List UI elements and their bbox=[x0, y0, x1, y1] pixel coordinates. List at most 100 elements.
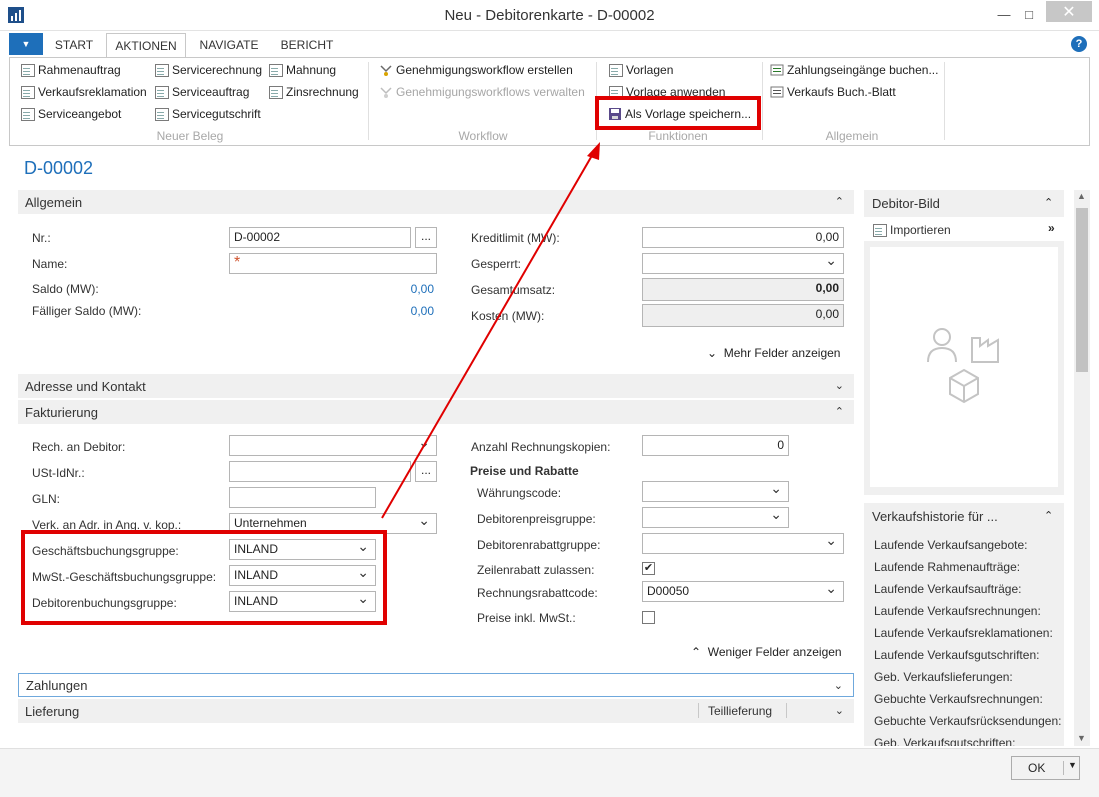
rech-an-debitor-select[interactable] bbox=[229, 435, 437, 456]
waehrungscode-select[interactable] bbox=[642, 481, 789, 502]
more-actions-icon[interactable]: » bbox=[1048, 221, 1055, 235]
chevron-down-icon: ⌄ bbox=[833, 680, 843, 692]
tab-bericht[interactable]: BERICHT bbox=[276, 35, 338, 57]
historie-item[interactable]: Laufende Verkaufsaufträge: bbox=[874, 582, 1021, 596]
nr-field[interactable]: D-00002 bbox=[229, 227, 411, 248]
debitorenpreisgruppe-select[interactable] bbox=[642, 507, 789, 528]
file-menu-button[interactable]: ▼ bbox=[9, 33, 43, 55]
divider bbox=[786, 703, 787, 718]
kosten-label: Kosten (MW): bbox=[471, 309, 545, 323]
scrollbar-thumb[interactable] bbox=[1076, 208, 1088, 372]
group-label-workflow: Workflow bbox=[458, 129, 508, 143]
genehmigungsworkflow-erstellen-button[interactable]: Genehmigungsworkflow erstellen bbox=[379, 61, 573, 79]
chevron-down-icon: ⌄ bbox=[834, 705, 844, 717]
anzahl-rechnungskopien-field[interactable]: 0 bbox=[642, 435, 789, 456]
zinsrechnung-button[interactable]: Zinsrechnung bbox=[268, 83, 359, 101]
fasttab-adresse-kontakt[interactable]: Adresse und Kontakt ⌄ bbox=[18, 374, 854, 398]
close-button[interactable]: ✕ bbox=[1046, 1, 1092, 22]
name-field[interactable]: * bbox=[229, 253, 437, 274]
factbox-historie-header: Verkaufshistorie für ... bbox=[872, 509, 998, 524]
chevron-up-icon[interactable]: ⌃ bbox=[1044, 509, 1053, 522]
verkaufs-buch-blatt-button[interactable]: Verkaufs Buch.-Blatt bbox=[770, 83, 896, 101]
servicegutschrift-button[interactable]: Servicegutschrift bbox=[154, 105, 261, 123]
chevron-up-icon: ⌃ bbox=[691, 645, 702, 659]
payment-journal-icon bbox=[770, 64, 784, 76]
saldo-value[interactable]: 0,00 bbox=[370, 282, 434, 296]
nr-lookup-button[interactable]: ... bbox=[415, 227, 437, 248]
debitorenrabattgruppe-select[interactable] bbox=[642, 533, 844, 554]
gln-field[interactable] bbox=[229, 487, 376, 508]
zeilenrabatt-checkbox[interactable]: ✔ bbox=[642, 562, 655, 575]
historie-item[interactable]: Gebuchte Verkaufsrücksendungen: bbox=[874, 714, 1061, 728]
document-icon bbox=[21, 63, 35, 77]
help-icon[interactable]: ? bbox=[1071, 36, 1087, 52]
maximize-button[interactable]: □ bbox=[1012, 0, 1046, 28]
kosten-field[interactable]: 0,00 bbox=[642, 304, 844, 327]
historie-item-clip: Geb. Verkaufsgutschriften: bbox=[864, 734, 1064, 746]
historie-item[interactable]: Laufende Verkaufsgutschriften: bbox=[874, 648, 1039, 662]
verkaufsreklamation-button[interactable]: Verkaufsreklamation bbox=[20, 83, 147, 101]
tab-aktionen[interactable]: AKTIONEN bbox=[106, 33, 186, 58]
fewer-fields-button[interactable]: ⌃ Weniger Felder anzeigen bbox=[691, 645, 842, 659]
historie-item[interactable]: Geb. Verkaufsgutschriften: bbox=[874, 736, 1015, 746]
preise-inkl-mwst-label: Preise inkl. MwSt.: bbox=[477, 611, 576, 625]
scroll-up-icon[interactable]: ▲ bbox=[1077, 191, 1086, 201]
ust-lookup-button[interactable]: ... bbox=[415, 461, 437, 482]
serviceangebot-button[interactable]: Serviceangebot bbox=[20, 105, 121, 123]
rahmenauftrag-button[interactable]: Rahmenauftrag bbox=[20, 61, 121, 79]
highlight-box-save-template bbox=[595, 96, 761, 130]
document-icon bbox=[21, 107, 35, 121]
tab-navigate[interactable]: NAVIGATE bbox=[194, 35, 264, 57]
historie-item[interactable]: Laufende Verkaufsreklamationen: bbox=[874, 626, 1053, 640]
zahlungseingaenge-buchen-button[interactable]: Zahlungseingänge buchen... bbox=[770, 61, 938, 79]
group-separator bbox=[944, 62, 945, 140]
historie-item[interactable]: Laufende Verkaufsrechnungen: bbox=[874, 604, 1041, 618]
waehrungscode-label: Währungscode: bbox=[477, 486, 562, 500]
rech-an-debitor-label: Rech. an Debitor: bbox=[32, 440, 126, 454]
rechnungsrabattcode-label: Rechnungsrabattcode: bbox=[477, 586, 598, 600]
document-icon bbox=[155, 107, 169, 121]
historie-item[interactable]: Laufende Rahmenaufträge: bbox=[874, 560, 1020, 574]
fasttab-fakturierung[interactable]: Fakturierung ⌃ bbox=[18, 400, 854, 424]
group-separator bbox=[368, 62, 369, 140]
serviceauftrag-button[interactable]: Serviceauftrag bbox=[154, 83, 249, 101]
fasttab-allgemein[interactable]: Allgemein ⌃ bbox=[18, 190, 854, 214]
preise-inkl-mwst-checkbox[interactable] bbox=[642, 611, 655, 624]
nr-label: Nr.: bbox=[32, 231, 51, 245]
faelliger-saldo-label: Fälliger Saldo (MW): bbox=[32, 304, 142, 318]
group-separator bbox=[762, 62, 763, 140]
servicerechnung-button[interactable]: Servicerechnung bbox=[154, 61, 262, 79]
preise-rabatte-heading: Preise und Rabatte bbox=[470, 464, 579, 478]
historie-item[interactable]: Gebuchte Verkaufsrechnungen: bbox=[874, 692, 1043, 706]
more-fields-button[interactable]: ⌄ Mehr Felder anzeigen bbox=[707, 346, 840, 360]
teillieferung-label: Teillieferung bbox=[708, 704, 773, 718]
chevron-up-icon[interactable]: ⌃ bbox=[1044, 196, 1053, 209]
scroll-down-icon[interactable]: ▼ bbox=[1077, 733, 1086, 743]
ok-button[interactable]: OK ▼ bbox=[1011, 756, 1080, 780]
tab-start[interactable]: START bbox=[51, 35, 97, 57]
faelliger-saldo-value[interactable]: 0,00 bbox=[370, 304, 434, 318]
genehmigungsworkflows-verwalten-button[interactable]: Genehmigungsworkflows verwalten bbox=[379, 83, 585, 101]
page-title: D-00002 bbox=[24, 158, 94, 178]
anzahl-rechnungskopien-label: Anzahl Rechnungskopien: bbox=[471, 440, 611, 454]
gesamtumsatz-label: Gesamtumsatz: bbox=[471, 283, 556, 297]
document-icon bbox=[21, 85, 35, 99]
debitorenpreisgruppe-label: Debitorenpreisgruppe: bbox=[477, 512, 596, 526]
kreditlimit-field[interactable]: 0,00 bbox=[642, 227, 844, 248]
fasttab-zahlungen[interactable]: Zahlungen ⌄ bbox=[18, 673, 854, 697]
rechnungsrabattcode-select[interactable]: D00050 bbox=[642, 581, 844, 602]
gesperrt-select[interactable] bbox=[642, 253, 844, 274]
importieren-button[interactable]: Importieren bbox=[872, 223, 951, 237]
workflow-icon bbox=[380, 65, 392, 76]
gesamtumsatz-field[interactable]: 0,00 bbox=[642, 278, 844, 301]
divider bbox=[1063, 761, 1064, 775]
historie-item[interactable]: Geb. Verkaufslieferungen: bbox=[874, 670, 1013, 684]
mahnung-button[interactable]: Mahnung bbox=[268, 61, 336, 79]
fasttab-lieferung[interactable]: Lieferung Teillieferung ⌄ bbox=[18, 699, 854, 723]
name-label: Name: bbox=[32, 257, 68, 271]
historie-item[interactable]: Laufende Verkaufsangebote: bbox=[874, 538, 1027, 552]
ust-idnr-label: USt-IdNr.: bbox=[32, 466, 85, 480]
ust-idnr-field[interactable] bbox=[229, 461, 411, 482]
dropdown-arrow-icon[interactable]: ▼ bbox=[1068, 760, 1077, 770]
vorlagen-button[interactable]: Vorlagen bbox=[608, 61, 673, 79]
